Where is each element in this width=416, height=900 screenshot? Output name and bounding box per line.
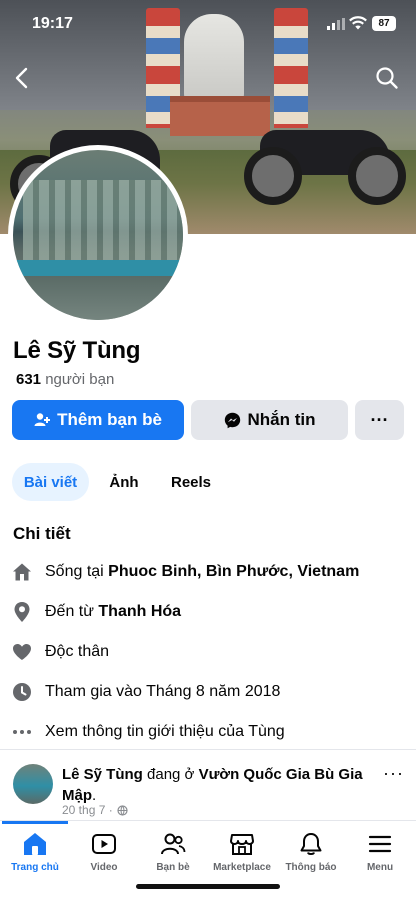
friends-number: 631	[16, 371, 42, 388]
nav-active-indicator	[2, 821, 68, 824]
search-icon	[376, 67, 398, 89]
home-indicator[interactable]	[136, 884, 280, 889]
nav-home[interactable]: Trang chủ	[1, 831, 69, 873]
bell-icon	[300, 833, 322, 855]
nav-home-label: Trang chủ	[11, 862, 59, 873]
detail-from: Đến từ Thanh Hóa	[11, 599, 181, 625]
message-label: Nhắn tin	[247, 410, 316, 429]
friends-count[interactable]: 631 người bạn	[16, 371, 114, 388]
nav-menu[interactable]: Menu	[346, 831, 414, 873]
battery-indicator: 87	[372, 16, 396, 31]
add-friend-label: Thêm bạn bè	[57, 410, 162, 429]
post-meta: 20 thg 7 ·	[62, 803, 128, 817]
nav-notifications[interactable]: Thông báo	[277, 831, 345, 873]
cover-motorcycle-right	[240, 115, 416, 215]
more-options-button[interactable]: ···	[355, 400, 404, 440]
nav-notifications-label: Thông báo	[285, 862, 337, 873]
location-pin-icon	[11, 601, 33, 623]
from-prefix: Đến từ	[45, 603, 99, 620]
details-title: Chi tiết	[13, 524, 71, 543]
friends-label: người bạn	[45, 371, 115, 388]
profile-avatar[interactable]	[8, 145, 188, 325]
detail-joined: Tham gia vào Tháng 8 năm 2018	[11, 679, 280, 705]
more-dots-icon	[11, 721, 33, 743]
nav-friends-label: Bạn bè	[156, 862, 190, 873]
see-about-label: Xem thông tin giới thiệu của Tùng	[45, 723, 285, 740]
heart-icon	[11, 641, 33, 663]
messenger-icon	[224, 412, 240, 428]
more-options-icon: ···	[370, 409, 389, 430]
clock-icon	[11, 681, 33, 703]
chevron-left-icon	[15, 67, 28, 89]
nav-marketplace-label: Marketplace	[213, 862, 271, 873]
status-time: 19:17	[32, 15, 73, 32]
search-button[interactable]	[371, 62, 403, 94]
marketplace-icon	[230, 834, 254, 855]
globe-icon	[117, 804, 128, 816]
detail-lives-in: Sống tại Phuoc Binh, Bìn Phước, Vietnam	[11, 559, 359, 585]
tab-reels[interactable]: Reels	[160, 463, 222, 501]
section-divider	[0, 749, 416, 750]
tab-photos[interactable]: Ảnh	[100, 463, 148, 501]
nav-video[interactable]: Video	[70, 831, 138, 873]
relationship-text: Độc thân	[45, 643, 110, 660]
wifi-icon	[349, 16, 367, 30]
nav-friends[interactable]: Bạn bè	[139, 831, 207, 873]
see-about-link[interactable]: Xem thông tin giới thiệu của Tùng	[11, 719, 285, 745]
nav-video-label: Video	[90, 862, 118, 873]
back-button[interactable]	[6, 62, 38, 94]
lives-prefix: Sống tại	[45, 563, 109, 580]
tab-posts[interactable]: Bài viết	[12, 463, 89, 501]
friends-icon	[161, 833, 186, 855]
post-more-button[interactable]: ···	[383, 763, 404, 784]
joined-text: Tham gia vào Tháng 8 năm 2018	[45, 683, 281, 700]
post-header: Lê Sỹ Tùng đang ở Vườn Quốc Gia Bù Gia M…	[62, 764, 378, 806]
cellular-signal-icon	[327, 18, 345, 30]
post-author-avatar[interactable]	[13, 764, 53, 804]
home-icon	[24, 833, 46, 855]
profile-name: Lê Sỹ Tùng	[13, 337, 141, 364]
video-icon	[92, 834, 116, 854]
menu-icon	[368, 835, 392, 853]
add-friend-button[interactable]: Thêm bạn bè	[12, 400, 184, 440]
post-end: .	[92, 787, 97, 804]
post-author[interactable]: Lê Sỹ Tùng	[62, 766, 143, 783]
home-icon	[11, 561, 33, 583]
nav-marketplace[interactable]: Marketplace	[208, 831, 276, 873]
status-bar: 19:17 87	[0, 0, 416, 48]
lives-place[interactable]: Phuoc Binh, Bìn Phước, Vietnam	[108, 563, 359, 581]
message-button[interactable]: Nhắn tin	[191, 400, 348, 440]
profile-tabs: Bài viết Ảnh Reels	[0, 463, 416, 501]
detail-relationship: Độc thân	[11, 639, 109, 665]
add-friend-icon	[34, 413, 51, 426]
post-date[interactable]: 20 thg 7 ·	[62, 803, 113, 817]
post-middle: đang ở	[142, 766, 199, 783]
from-place[interactable]: Thanh Hóa	[98, 603, 181, 621]
nav-menu-label: Menu	[366, 862, 394, 873]
